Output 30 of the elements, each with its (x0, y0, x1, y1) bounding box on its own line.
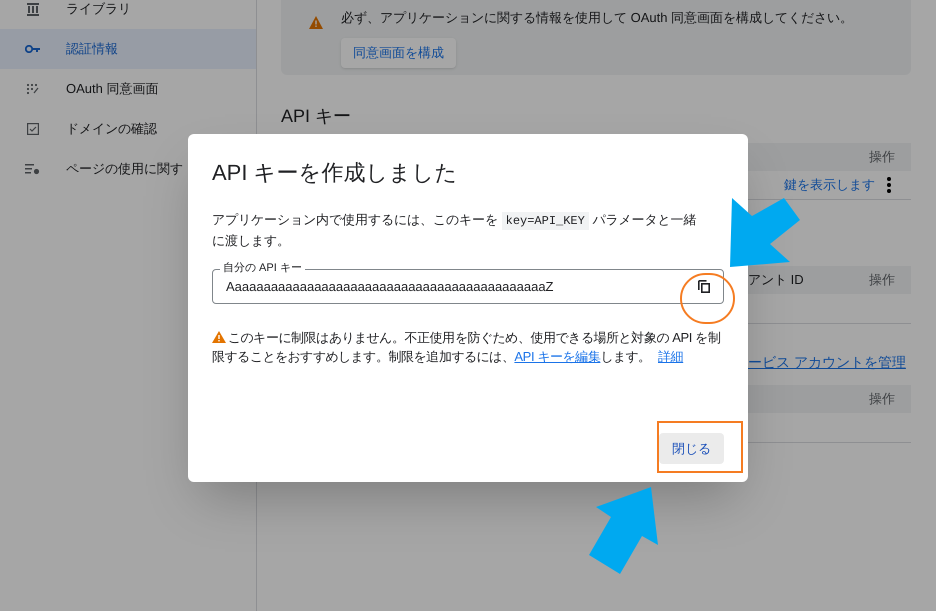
configure-consent-button[interactable]: 同意画面を構成 (341, 38, 456, 68)
column-header: 操作 (869, 148, 895, 166)
copy-icon (698, 280, 710, 293)
list-settings-icon (25, 163, 40, 175)
warning-icon (309, 16, 323, 29)
section-heading: API キー (281, 105, 352, 128)
checkbox-icon (26, 123, 38, 135)
sidebar-item[interactable]: ドメインの確認 (0, 109, 256, 149)
library-icon (26, 2, 40, 16)
warning-message: このキーに制限はありません。不正使用を防ぐため、使用できる場所と対象の API を制限することをおすすめします。制限を追加するには、API キーを編集します。 詳細 (212, 329, 722, 366)
callout-arrow (730, 198, 800, 268)
dialog-description: アプリケーション内で使用するには、このキーを key=API_KEY パラメータと一緒に渡します。 (212, 211, 698, 250)
edit-key-link[interactable]: API キーを編集 (514, 349, 600, 364)
close-button[interactable]: 閉じる (659, 433, 724, 464)
api-key-value: AaaaaaaaaaaaaaaaaaaaaaaaaaaaaaaaaaaaaaaaaaaaZ (226, 278, 555, 296)
column-header: アント ID (748, 271, 804, 290)
column-header: 操作 (869, 390, 895, 408)
manage-accounts-link[interactable]: ービス アカウントを管理 (748, 354, 906, 370)
show-key-link[interactable]: 鍵を表示します (784, 175, 875, 195)
column-header: 操作 (869, 271, 895, 290)
dotted-grid-icon (26, 83, 39, 95)
dialog-title: API キーを作成しました (212, 159, 459, 187)
notice-text: 必ず、アプリケーションに関する情報を使用して OAuth 同意画面を構成してください。 (341, 9, 854, 27)
key-icon (25, 45, 40, 53)
warning-icon (212, 331, 226, 343)
sidebar-item[interactable]: 認証情報 (0, 29, 256, 69)
sidebar-item[interactable]: ライブラリ (0, 0, 256, 29)
sidebar-item[interactable]: OAuth 同意画面 (0, 69, 256, 109)
details-link[interactable]: 詳細 (658, 349, 684, 364)
more-icon[interactable] (887, 177, 891, 193)
